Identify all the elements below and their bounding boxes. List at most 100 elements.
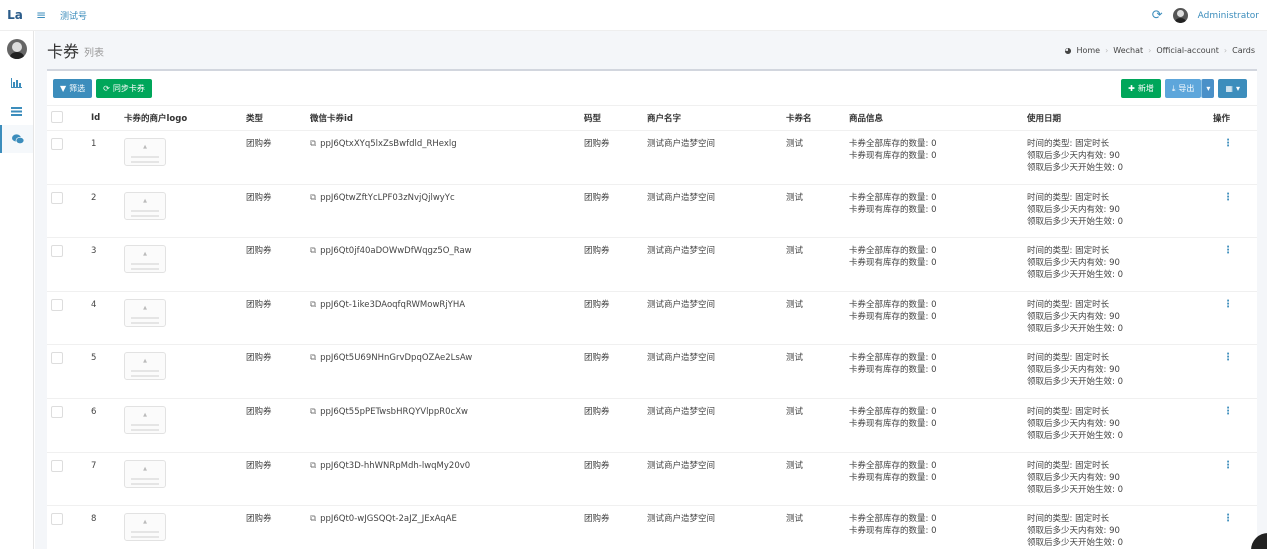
refresh-icon[interactable]: ⟳ (1152, 8, 1163, 23)
merchant-logo-image[interactable]: ▲ (124, 405, 166, 434)
row-checkbox[interactable] (51, 298, 63, 311)
caret-down-icon: ▾ (1235, 84, 1240, 93)
cell-date-type: 时间的类型: 固定时长 (1027, 246, 1110, 257)
cell-code-type: 团购券 (580, 452, 643, 507)
caret-down-icon: ▾ (1206, 84, 1211, 93)
copy-icon[interactable]: ⧉ (310, 246, 316, 256)
sync-label: 同步卡券 (112, 83, 145, 93)
sidebar-item-wechat[interactable] (0, 125, 33, 153)
copy-icon[interactable]: ⧉ (310, 461, 316, 471)
user-avatar[interactable] (1172, 8, 1188, 23)
image-placeholder-icon: ▲ (143, 197, 147, 204)
cell-date-type: 时间的类型: 固定时长 (1027, 192, 1110, 203)
column-header-card-id: 微信卡券id (306, 105, 580, 131)
cell-card-name: 测试 (782, 291, 845, 346)
cell-code-type: 团购券 (580, 130, 643, 185)
column-header-id[interactable]: Id (87, 105, 120, 131)
breadcrumb-wechat[interactable]: Wechat (1113, 46, 1143, 55)
merchant-logo-image[interactable]: ▲ (124, 513, 166, 542)
sidebar (0, 31, 34, 549)
row-actions-menu-icon[interactable]: ⋮ (1213, 192, 1233, 203)
merchant-logo-image[interactable]: ▲ (124, 191, 166, 220)
table-row: 2 ▲ 团购券 ⧉ ppJ6QtwZftYcLPF03zNvjQjlwyYc 团购券 测试商… (47, 184, 1257, 239)
image-placeholder-icon: ▲ (143, 144, 147, 150)
table-header-row: Id 卡券的商户logo 类型 微信卡券id 码型 商户名字 卡券名 商品信息 … (47, 105, 1257, 131)
cell-type: 团购券 (242, 344, 306, 399)
breadcrumb-official-account[interactable]: Official-account (1156, 46, 1219, 55)
row-actions-menu-icon[interactable]: ⋮ (1213, 352, 1233, 363)
row-checkbox[interactable] (51, 459, 63, 472)
top-navbar: La ≡ 测试号 ⟳ Administrator (0, 0, 1267, 31)
merchant-logo-image[interactable]: ▲ (124, 138, 166, 166)
column-header-merchant: 商户名字 (643, 105, 782, 131)
cell-type: 团购券 (242, 237, 306, 292)
column-header-card-name: 卡券名 (782, 105, 845, 131)
columns-selector-button[interactable]: ▦ ▾ (1218, 79, 1247, 98)
cell-merchant: 测试商户造梦空间 (643, 184, 782, 239)
cell-stock-total: 卡券全部库存的数量: 0 (849, 139, 937, 149)
app-logo[interactable]: La (0, 8, 30, 22)
row-actions-menu-icon[interactable]: ⋮ (1213, 299, 1233, 310)
copy-icon[interactable]: ⧉ (310, 514, 316, 524)
copy-icon[interactable]: ⧉ (310, 300, 316, 310)
cell-valid-days: 领取后多少天内有效: 90 (1027, 258, 1120, 269)
cell-valid-days: 领取后多少天内有效: 90 (1027, 311, 1120, 322)
image-placeholder-icon: ▲ (143, 465, 147, 472)
export-dropdown-toggle[interactable]: ▾ (1201, 79, 1215, 98)
row-actions-menu-icon[interactable]: ⋮ (1213, 245, 1233, 256)
row-checkbox[interactable] (51, 405, 63, 418)
cell-start-days: 领取后多少天开始生效: 0 (1027, 270, 1123, 281)
row-checkbox[interactable] (51, 513, 63, 526)
sync-icon: ⟳ (103, 83, 110, 93)
row-actions-menu-icon[interactable]: ⋮ (1213, 406, 1233, 417)
row-checkbox[interactable] (51, 138, 63, 150)
merchant-logo-image[interactable]: ▲ (124, 459, 166, 488)
site-name-link[interactable]: 测试号 (60, 9, 87, 22)
row-actions-menu-icon[interactable]: ⋮ (1213, 460, 1233, 471)
cell-merchant: 测试商户造梦空间 (643, 452, 782, 507)
row-checkbox[interactable] (51, 245, 63, 258)
sidebar-item-dashboard[interactable] (0, 69, 33, 97)
cell-card-name: 测试 (782, 237, 845, 292)
cell-merchant: 测试商户造梦空间 (643, 291, 782, 346)
cell-date-type: 时间的类型: 固定时长 (1027, 299, 1110, 310)
cell-stock-total: 卡券全部库存的数量: 0 (849, 192, 937, 203)
breadcrumb-home[interactable]: Home (1076, 46, 1100, 55)
row-checkbox[interactable] (51, 352, 63, 365)
merchant-logo-image[interactable]: ▲ (124, 352, 166, 381)
column-header-code-type: 码型 (580, 105, 643, 131)
sync-cards-button[interactable]: ⟳ 同步卡券 (96, 78, 152, 98)
copy-icon[interactable]: ⧉ (310, 139, 316, 149)
sidebar-item-list[interactable] (0, 97, 33, 125)
select-all-checkbox[interactable] (51, 110, 63, 123)
row-actions-menu-icon[interactable]: ⋮ (1213, 513, 1233, 524)
new-button[interactable]: ✚ 新增 (1121, 79, 1161, 98)
cell-valid-days: 领取后多少天内有效: 90 (1027, 204, 1120, 215)
cell-valid-days: 领取后多少天内有效: 90 (1027, 418, 1120, 429)
filter-button[interactable]: ▼ 筛选 (53, 78, 93, 98)
copy-icon[interactable]: ⧉ (310, 407, 316, 417)
cell-stock-now: 卡券现有库存的数量: 0 (849, 204, 937, 215)
new-label: 新增 (1137, 84, 1154, 93)
table-row: 4 ▲ 团购券 ⧉ ppJ6Qt-1ike3DAoqfqRWMowRjYHA 团购券 测试商… (47, 291, 1257, 346)
export-button[interactable]: ⤓ 导出 (1164, 79, 1202, 98)
cell-start-days: 领取后多少天开始生效: 0 (1027, 163, 1123, 173)
cell-id: 5 (87, 344, 120, 399)
cell-card-name: 测试 (782, 130, 845, 185)
bars-icon[interactable]: ≡ (30, 8, 52, 22)
row-actions-menu-icon[interactable]: ⋮ (1213, 138, 1233, 149)
cell-code-type: 团购券 (580, 237, 643, 292)
cell-merchant: 测试商户造梦空间 (643, 237, 782, 292)
bar-chart-icon (11, 78, 22, 88)
user-name-link[interactable]: Administrator (1198, 11, 1259, 21)
copy-icon[interactable]: ⧉ (310, 193, 316, 203)
cell-date-type: 时间的类型: 固定时长 (1027, 514, 1110, 525)
copy-icon[interactable]: ⧉ (310, 353, 316, 363)
row-checkbox[interactable] (51, 191, 63, 204)
wechat-icon (11, 134, 24, 144)
breadcrumb: ◕ Home › Wechat › Official-account › Car… (1064, 46, 1255, 55)
merchant-logo-image[interactable]: ▲ (124, 298, 166, 327)
cell-id: 8 (87, 505, 120, 549)
cell-valid-days: 领取后多少天内有效: 90 (1027, 526, 1120, 537)
merchant-logo-image[interactable]: ▲ (124, 245, 166, 274)
